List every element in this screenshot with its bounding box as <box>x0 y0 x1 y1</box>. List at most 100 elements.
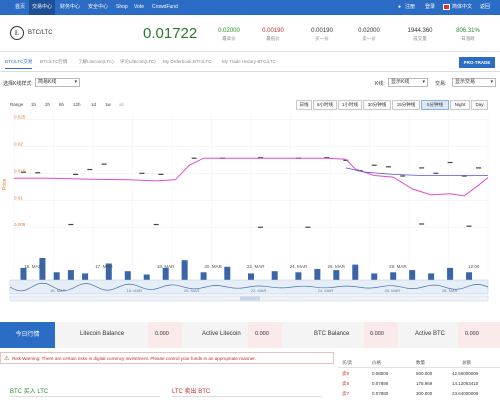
tab-my-trade-history[interactable]: My Trade History-BTC/LTC <box>222 59 276 64</box>
volume-bar <box>466 272 473 280</box>
orderbook-cell: 卖7 <box>342 391 350 396</box>
stat-change-value: 806.31% <box>456 28 480 34</box>
nav-item-security[interactable]: 安全中心 <box>88 0 108 15</box>
nav-item-vote[interactable]: Vote <box>134 0 144 15</box>
x-tick-label: 16. MAR <box>24 264 42 269</box>
stat-low-value: 0.00190 <box>262 28 284 34</box>
stat-bid-label: 买一价 <box>315 36 329 41</box>
chart-toolbar: 选择K线样式: 简易K线 ▾ K线: 显示K线 ▾ 交易: 显示交易 ▾ <box>0 74 500 94</box>
kline-style-select[interactable]: 简易K线 ▾ <box>35 78 80 87</box>
volume-bar <box>248 273 254 280</box>
nav-item-crowdfund[interactable]: CrowdFund <box>152 0 178 15</box>
range-1d-button[interactable]: 1d <box>91 101 96 109</box>
top-navigation: 首页 交易中心 财务中心 安全中心 Shop Vote CrowdFund ● … <box>0 0 500 15</box>
chevron-down-icon: ▾ <box>422 79 425 85</box>
back-link[interactable]: 返回 <box>480 0 490 15</box>
scrollbar-thumb[interactable] <box>240 296 260 301</box>
volume-bar <box>352 264 359 280</box>
active-litecoin-value: 0.000 <box>255 331 269 337</box>
tab-market[interactable]: BTC/LTC行情 <box>40 59 67 65</box>
stat-volume-label: 成交量 <box>413 36 427 41</box>
navigator-label: 28. MAR <box>442 288 458 293</box>
period-daily-button[interactable]: 日线 <box>296 100 312 110</box>
tab-comments[interactable]: 评论Litecoin(LTC) <box>120 59 156 65</box>
period-6h-button[interactable]: 6小时线 <box>313 100 337 110</box>
stat-low-label: 最低价 <box>266 36 280 41</box>
nav-item-home[interactable]: 首页 <box>15 0 25 15</box>
divider <box>10 396 160 397</box>
balance-summary: 今日行情 Litecoin Balance 0.000 Active Litec… <box>0 322 500 348</box>
volume-bar <box>39 258 46 280</box>
range-all-button[interactable]: all <box>119 101 124 109</box>
y-tick-label: 0.01 <box>14 195 23 200</box>
range-6h-button[interactable]: 6h <box>59 101 64 109</box>
period-15m-button[interactable]: 15分钟线 <box>392 100 420 110</box>
volume-bar <box>428 273 435 280</box>
x-tick-label: 20. MAR <box>204 264 222 269</box>
pro-trade-button[interactable]: PRO-TRADE <box>459 57 495 68</box>
volume-bar <box>224 266 231 280</box>
orderbook-header-amount: 数量 <box>416 360 425 365</box>
kline-label: K线: <box>375 81 385 87</box>
night-mode-button[interactable]: Night <box>450 100 470 110</box>
tab-trade[interactable]: BTC/LTC交易 <box>5 59 33 69</box>
y-tick-label: 0.005 <box>14 222 26 227</box>
navigator-label: 22. MAR <box>251 288 267 293</box>
kline-select[interactable]: 显示K线 ▾ <box>388 78 428 87</box>
volume-bar <box>124 271 131 280</box>
page-tabs: BTC/LTC交易 BTC/LTC行情 了解Litecoin(LTC) 评论Li… <box>0 52 500 72</box>
candle <box>139 172 145 174</box>
volume-bar <box>67 270 74 280</box>
stat-high-label: 最高价 <box>222 36 236 41</box>
candle <box>191 157 197 159</box>
risk-warning-text: Risk Warning: There are certain risks in… <box>12 356 256 361</box>
orderbook-cell: 23.64000000 <box>452 391 479 396</box>
language-select[interactable]: 简体中文 <box>452 0 472 15</box>
volume-bar <box>20 267 27 280</box>
tab-my-orderbook[interactable]: My Orderbook-BTC/LTC <box>163 59 211 64</box>
pair-name: BTC/LTC <box>28 30 53 36</box>
nav-item-finance[interactable]: 财务中心 <box>60 0 80 15</box>
day-mode-button[interactable]: Day <box>471 100 488 110</box>
volume-bar <box>200 272 207 280</box>
candle <box>385 166 391 168</box>
warning-icon: ⚠ <box>4 356 10 362</box>
orderbook-cell[interactable]: 0.07890 <box>372 381 388 386</box>
candle <box>419 223 425 225</box>
stat-volume-value: 1944.360 <box>407 28 433 34</box>
period-5m-button[interactable]: 5分钟线 <box>421 100 449 110</box>
period-30m-button[interactable]: 30分钟线 <box>363 100 391 110</box>
orderbook-header-total: 总额 <box>462 360 471 365</box>
volume-bar <box>162 267 169 280</box>
volume-bar <box>447 267 454 280</box>
nav-item-shop[interactable]: Shop <box>116 0 128 15</box>
candle <box>400 175 406 177</box>
range-2h-button[interactable]: 2h <box>45 101 50 109</box>
login-link[interactable]: 登录 <box>425 0 435 15</box>
x-tick-label: 17. MAR <box>95 264 113 269</box>
litecoin-logo-icon: Ł <box>10 26 24 40</box>
tab-about-litecoin[interactable]: 了解Litecoin(LTC) <box>78 59 114 65</box>
candle <box>433 172 439 174</box>
buy-section-title: BTC 买入 LTC <box>10 389 49 395</box>
nav-item-trade-center[interactable]: 交易中心 <box>29 0 56 15</box>
candle <box>87 168 93 171</box>
orderbook-header-price: 价格 <box>372 360 381 365</box>
trades-select[interactable]: 显示交易 ▾ <box>452 78 496 87</box>
register-link[interactable]: 注册 <box>405 0 415 15</box>
range-1h-button[interactable]: 1h <box>31 101 36 109</box>
volume-bar <box>371 273 378 280</box>
kline-value: 显示K线 <box>391 79 410 85</box>
range-12h-button[interactable]: 12h <box>73 101 81 109</box>
y-axis-label: Price <box>2 178 8 190</box>
period-1h-button[interactable]: 1小时线 <box>338 100 362 110</box>
candle <box>305 226 311 228</box>
range-1w-button[interactable]: 1w <box>105 101 111 109</box>
orderbook-cell[interactable]: 0.07880 <box>372 391 388 396</box>
kline-style-label: 选择K线样式: <box>3 81 33 87</box>
today-market-tab[interactable]: 今日行情 <box>0 322 55 348</box>
y-axis-ticks: 0.0250.020.0150.010.005 <box>14 114 26 227</box>
chevron-down-icon: ▾ <box>74 79 77 85</box>
price-chart[interactable]: 0.0250.020.0150.010.005 Price 16. MAR 17.… <box>0 110 500 318</box>
orderbook-cell[interactable]: 0.08500 <box>372 371 388 376</box>
